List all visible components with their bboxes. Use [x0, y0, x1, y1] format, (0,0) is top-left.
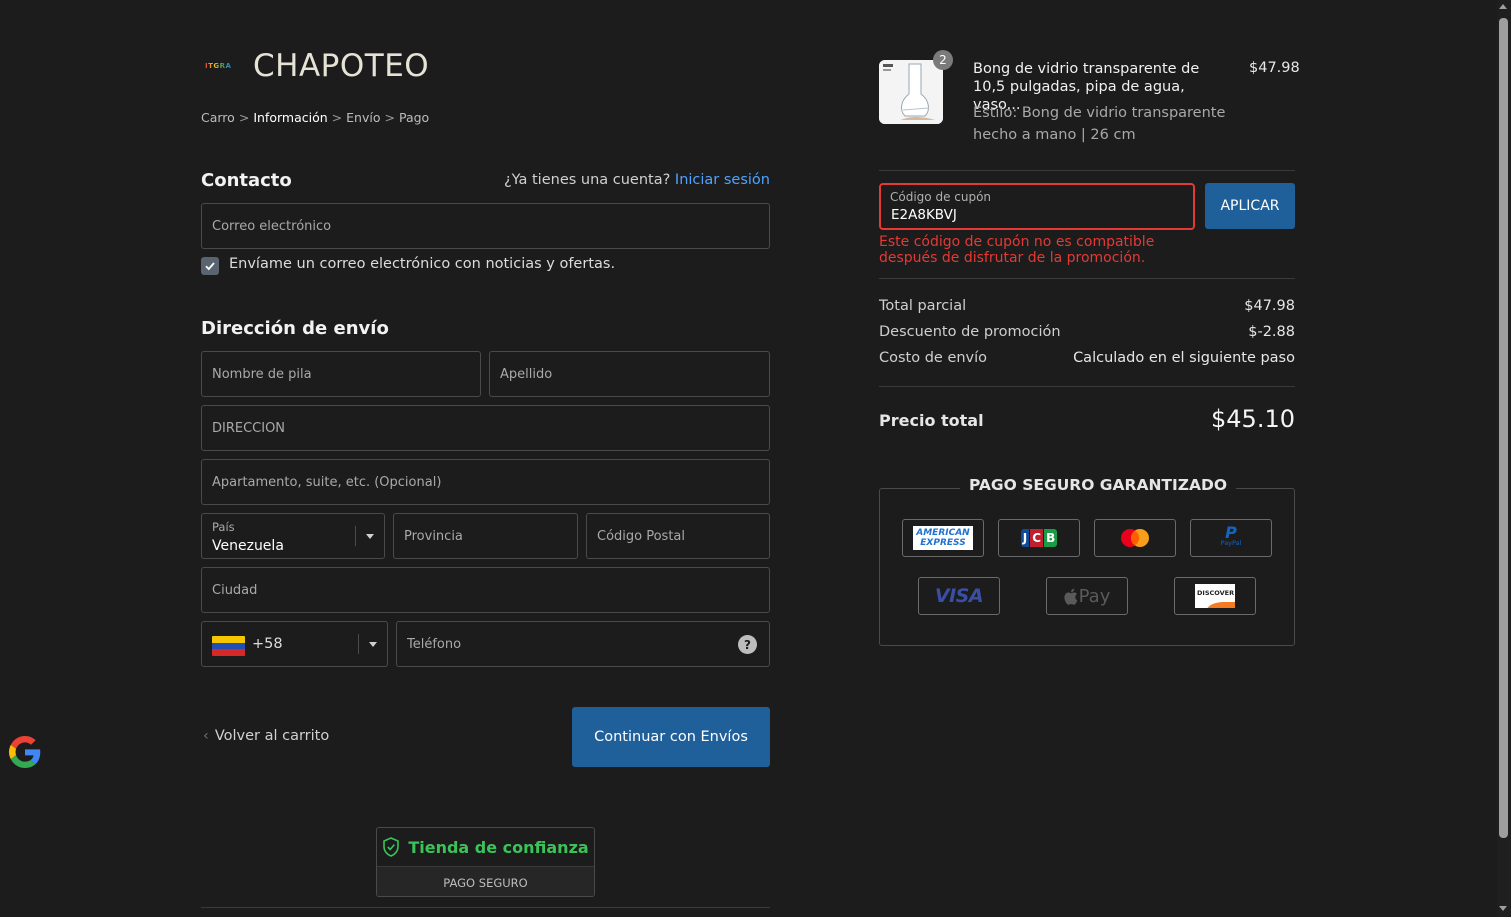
discount-label: Descuento de promoción [879, 324, 1061, 340]
breadcrumb-payment: Pago [398, 110, 430, 125]
trusted-store-title: Tienda de confianza [408, 837, 589, 857]
amex-line1: AMERICAN [916, 528, 970, 538]
trusted-store-badge: Tienda de confianza PAGO SEGURO [376, 827, 595, 897]
apartment-input[interactable] [202, 460, 769, 504]
account-question: ¿Ya tienes una cuenta? [503, 172, 671, 188]
visa-label: VISA [934, 585, 984, 607]
coupon-field[interactable]: Código de cupón [879, 183, 1195, 230]
venezuela-flag-icon [212, 636, 245, 656]
scroll-up-icon[interactable] [1499, 4, 1507, 9]
address-field[interactable] [201, 405, 770, 451]
shield-check-icon [383, 837, 400, 857]
chevron-down-icon[interactable] [366, 534, 374, 539]
coupon-input[interactable] [891, 207, 1171, 223]
newsletter-label: Envíame un correo electrónico con notici… [229, 256, 616, 272]
first-name-input[interactable] [202, 352, 480, 396]
phone-field[interactable]: ? [396, 621, 770, 667]
brand-logo-mark: ITGRA [205, 62, 232, 70]
product-variant: Estilo: Bong de vidrio transparente hech… [973, 105, 1226, 143]
continue-to-shipping-button[interactable]: Continuar con Envíos [572, 707, 770, 767]
phone-country-code: +58 [252, 636, 283, 652]
secure-payment-title: PAGO SEGURO GARANTIZADO [960, 476, 1237, 494]
province-field[interactable] [393, 513, 578, 559]
address-input[interactable] [202, 406, 769, 450]
discover-card-icon: DISCOVER [1174, 577, 1256, 615]
divider [879, 170, 1295, 171]
secure-payment-box [879, 488, 1295, 646]
subtotal-value: $47.98 [1244, 298, 1295, 314]
select-divider [358, 634, 359, 654]
postal-code-field[interactable] [586, 513, 770, 559]
chevron-down-icon[interactable] [369, 642, 377, 647]
phone-input[interactable] [397, 622, 769, 666]
paypal-icon: P PayPal [1190, 519, 1272, 557]
breadcrumb-separator: > [331, 110, 343, 125]
email-input[interactable] [202, 204, 769, 248]
breadcrumb-cart[interactable]: Carro [201, 110, 235, 125]
postal-code-input[interactable] [587, 514, 769, 558]
subtotal-label: Total parcial [879, 298, 967, 314]
divider [201, 907, 770, 908]
scrollbar-thumb[interactable] [1499, 18, 1508, 838]
apple-pay-label: Pay [1078, 585, 1111, 607]
city-field[interactable] [201, 567, 770, 613]
shipping-cost-value: Calculado en el siguiente paso [1073, 350, 1295, 366]
visa-card-icon: VISA [918, 577, 1000, 615]
brand-name[interactable]: CHAPOTEO [253, 48, 429, 84]
country-value: Venezuela [212, 538, 284, 554]
back-to-cart-link[interactable]: ‹ Volver al carrito [203, 728, 329, 744]
secure-payment-caption: PAGO SEGURO [377, 866, 594, 896]
first-name-field[interactable] [201, 351, 481, 397]
total-value: $45.10 [1211, 405, 1295, 433]
apply-coupon-button[interactable]: APLICAR [1205, 183, 1295, 229]
quantity-badge: 2 [933, 50, 953, 70]
phone-country-select[interactable]: +58 [201, 621, 388, 667]
apple-icon [1064, 588, 1077, 605]
discover-label: DISCOVER [1197, 589, 1235, 597]
shipping-title: Dirección de envío [201, 318, 389, 339]
country-label: País [212, 520, 235, 534]
apple-pay-icon: Pay [1046, 577, 1128, 615]
help-icon[interactable]: ? [738, 635, 757, 654]
amex-line2: EXPRESS [920, 538, 966, 548]
back-to-cart-label: Volver al carrito [214, 728, 330, 744]
mastercard-icon [1094, 519, 1176, 557]
last-name-input[interactable] [490, 352, 769, 396]
checkmark-icon [205, 262, 215, 271]
breadcrumb-shipping: Envío [346, 110, 381, 125]
email-field[interactable] [201, 203, 770, 249]
select-divider [355, 526, 356, 546]
last-name-field[interactable] [489, 351, 770, 397]
chevron-left-icon: ‹ [203, 728, 209, 744]
amex-card-icon: AMERICAN EXPRESS [902, 519, 984, 557]
divider [879, 278, 1295, 279]
scroll-down-icon[interactable] [1499, 906, 1507, 911]
breadcrumb: Carro > Información > Envío > Pago [201, 110, 429, 125]
google-icon[interactable] [9, 736, 41, 768]
product-image [879, 60, 943, 124]
account-prompt: ¿Ya tienes una cuenta? Iniciar sesión [504, 172, 770, 188]
apartment-field[interactable] [201, 459, 770, 505]
login-link[interactable]: Iniciar sesión [675, 172, 770, 188]
paypal-label: PayPal [1220, 539, 1242, 547]
discount-value: $-2.88 [1248, 324, 1295, 340]
shipping-cost-label: Costo de envío [879, 350, 988, 366]
contact-title: Contacto [201, 170, 292, 191]
divider [879, 386, 1295, 387]
breadcrumb-separator: > [384, 110, 395, 125]
product-price: $47.98 [1249, 60, 1300, 76]
newsletter-checkbox[interactable] [201, 257, 219, 275]
city-input[interactable] [202, 568, 769, 612]
jcb-card-icon: J C B [998, 519, 1080, 557]
breadcrumb-separator: > [238, 110, 250, 125]
coupon-label: Código de cupón [890, 190, 992, 204]
total-label: Precio total [879, 411, 984, 430]
breadcrumb-information: Información [253, 110, 328, 125]
coupon-error-message: Este código de cupón no es compatible de… [879, 234, 1155, 266]
province-input[interactable] [394, 514, 577, 558]
country-select[interactable]: País Venezuela [201, 513, 385, 559]
